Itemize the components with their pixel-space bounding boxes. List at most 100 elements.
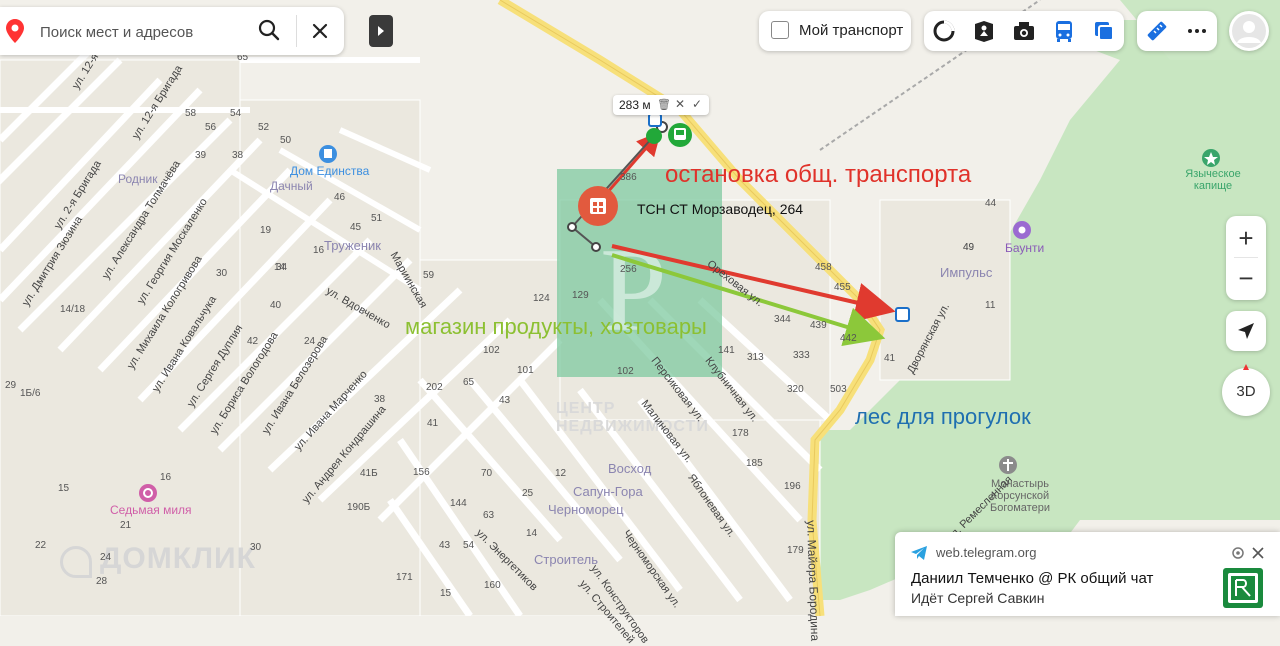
house-number: 42: [247, 336, 259, 347]
house-number: 58: [185, 108, 197, 119]
house-number: 1Б/6: [20, 388, 41, 399]
ruler-point: [591, 242, 601, 252]
house-number: 15: [58, 483, 70, 494]
house-number: 101: [517, 365, 534, 376]
place-label: Восход: [608, 461, 652, 476]
panorama-icon[interactable]: [972, 19, 996, 43]
house-number: 102: [617, 366, 634, 377]
3d-label: 3D: [1236, 383, 1256, 400]
house-number: 21: [120, 520, 132, 531]
house-number: 25: [522, 488, 534, 499]
house-number: 44: [985, 198, 997, 209]
house-number: 124: [533, 293, 550, 304]
trash-icon[interactable]: 🗑: [657, 98, 671, 111]
house-number: 185: [746, 458, 763, 469]
tools-toolbar: [1137, 11, 1217, 51]
zoom-out-button[interactable]: −: [1226, 258, 1266, 298]
sedmaya-milya-icon: [139, 484, 157, 502]
house-number: 54: [230, 108, 242, 119]
user-icon: [1232, 14, 1266, 48]
house-number: 196: [784, 481, 801, 492]
rk-logo-icon: [1223, 568, 1263, 608]
my-transport-label: Мой транспорт: [799, 22, 904, 39]
house-number: 22: [35, 540, 47, 551]
my-transport-checkbox[interactable]: [771, 21, 789, 39]
ruler-popup: 283 м 🗑 ✕ ✓: [613, 95, 709, 115]
check-icon[interactable]: ✓: [692, 97, 702, 111]
search-icon[interactable]: [257, 18, 281, 47]
house-number: 333: [793, 350, 810, 361]
monastery-icon: [999, 456, 1017, 474]
house-number: 179: [787, 545, 804, 556]
settings-icon[interactable]: [1231, 546, 1245, 565]
house-number: 144: [450, 498, 467, 509]
house-number: 12: [555, 468, 567, 479]
3d-button[interactable]: 3D: [1222, 364, 1270, 416]
camera-icon[interactable]: [1012, 19, 1036, 43]
telegram-icon: [911, 546, 927, 565]
search-input[interactable]: [38, 19, 252, 45]
house-number: 59: [423, 270, 435, 281]
house-number: 29: [5, 380, 17, 391]
house-number: 24: [304, 336, 316, 347]
traffic-icon[interactable]: [932, 19, 956, 43]
close-icon[interactable]: ✕: [675, 97, 685, 111]
chevron-right-icon: [378, 26, 384, 36]
collapse-panel-button[interactable]: [369, 15, 393, 47]
ruler-icon[interactable]: [1145, 19, 1169, 48]
yazycheskoe-icon: [1202, 149, 1220, 167]
bus-stop-icon-east[interactable]: [895, 307, 910, 322]
house-number: 256: [620, 264, 637, 275]
place-label: Родник: [118, 172, 158, 186]
zoom-controls: + −: [1226, 216, 1266, 300]
place-label[interactable]: Баунти: [1005, 241, 1044, 255]
close-icon[interactable]: [310, 21, 330, 46]
layers-icon[interactable]: [1092, 19, 1116, 43]
avatar[interactable]: [1229, 11, 1269, 51]
ruler-distance: 283 м: [619, 98, 651, 112]
house-number: 141: [718, 345, 735, 356]
house-number: 190Б: [347, 502, 371, 513]
house-number: 503: [830, 384, 847, 395]
close-icon[interactable]: [1251, 546, 1265, 565]
house-number: 38: [232, 150, 244, 161]
bus-icon[interactable]: [1052, 19, 1076, 43]
house-number: 54: [463, 540, 475, 551]
poi-pin[interactable]: [578, 186, 618, 226]
house-number: 24: [100, 552, 112, 563]
house-number: 171: [396, 572, 413, 583]
map-canvas[interactable]: Р: [0, 0, 1280, 616]
house-number: 39: [195, 150, 207, 161]
place-label[interactable]: Седьмая миля: [110, 503, 192, 517]
poi-label[interactable]: ТСН СТ Морзаводец, 264: [637, 201, 803, 217]
house-number: 50: [280, 135, 292, 146]
house-number: 178: [732, 428, 749, 439]
place-label: Черноморец: [548, 502, 624, 517]
zoom-in-button[interactable]: +: [1226, 218, 1266, 258]
location-arrow-icon: [1238, 323, 1254, 339]
notification-title: Даниил Темченко @ РК общий чат: [911, 570, 1154, 587]
locate-me-button[interactable]: [1226, 311, 1266, 351]
house-number: 439: [810, 320, 827, 331]
my-transport-toggle[interactable]: Мой транспорт: [759, 11, 911, 51]
place-label[interactable]: Дом Единства: [290, 164, 369, 178]
house-number: 156: [413, 467, 430, 478]
place-label: Труженик: [324, 238, 381, 253]
layers-toolbar: [924, 11, 1124, 51]
house-number: 49: [963, 242, 975, 253]
place-label: Сапун-Гора: [573, 484, 643, 499]
house-number: 41: [427, 418, 439, 429]
place-label[interactable]: Языческое капище: [1178, 168, 1248, 192]
telegram-notification[interactable]: web.telegram.org Даниил Темченко @ РК об…: [895, 532, 1280, 616]
house-number: 320: [787, 384, 804, 395]
house-number: 313: [747, 352, 764, 363]
ruler-point: [567, 222, 577, 232]
place-label: Импульс: [940, 265, 993, 280]
house-number: 19: [260, 225, 272, 236]
annotation-forest: лес для прогулок: [855, 404, 1031, 429]
house-number: 202: [426, 382, 443, 393]
more-icon[interactable]: [1185, 19, 1209, 48]
domclick-logo-icon: [60, 546, 92, 578]
house-number: 16: [160, 472, 172, 483]
house-number: 41Б: [360, 468, 378, 479]
